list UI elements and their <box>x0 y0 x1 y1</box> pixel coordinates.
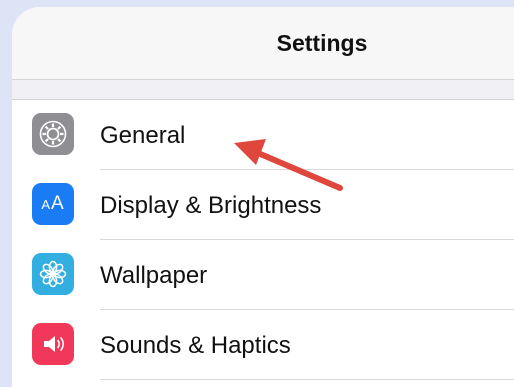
settings-row-label: Display & Brightness <box>100 192 322 219</box>
row-divider <box>100 379 514 380</box>
flower-icon <box>32 253 74 295</box>
settings-row-label: Wallpaper <box>100 262 208 289</box>
settings-panel: Settings General AA Display & Brightness… <box>12 7 514 387</box>
settings-list: General AA Display & Brightness Wallpape… <box>12 100 514 380</box>
icon-text-small: A <box>41 197 51 212</box>
settings-row-sounds-haptics[interactable]: Sounds & Haptics <box>12 310 514 380</box>
settings-row-display-brightness[interactable]: AA Display & Brightness <box>12 170 514 240</box>
settings-row-wallpaper[interactable]: Wallpaper <box>12 240 514 310</box>
gear-icon <box>32 113 74 155</box>
settings-row-label: General <box>100 122 186 149</box>
navigation-bar: Settings <box>12 7 514 80</box>
display-text-size-icon: AA <box>32 183 74 225</box>
speaker-icon <box>32 323 74 365</box>
page-title: Settings <box>276 30 368 56</box>
section-spacer <box>12 80 514 100</box>
settings-row-label: Sounds & Haptics <box>100 332 291 359</box>
icon-text-large: A <box>50 193 65 214</box>
settings-row-general[interactable]: General <box>12 100 514 170</box>
